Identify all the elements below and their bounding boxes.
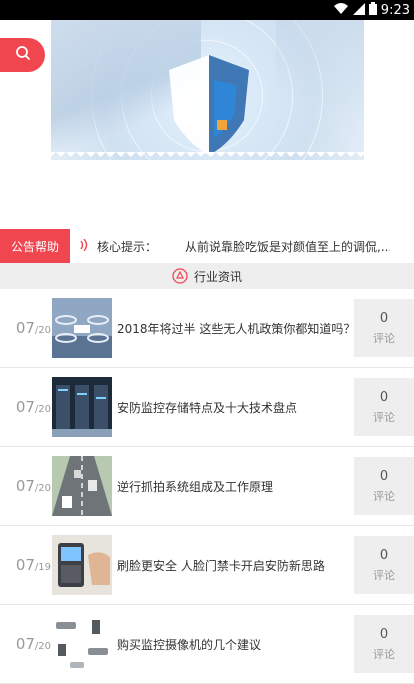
search-button[interactable] — [0, 38, 45, 72]
banner-zigzag-edge — [51, 152, 364, 160]
comment-box[interactable]: 0 评论 — [354, 457, 414, 515]
article-list: 07/20 2018年将过半 这些无人机政策你都知道吗？ 0 评论 07/20 — [0, 289, 414, 684]
article-date: 07/20 — [15, 635, 51, 653]
comment-count: 0 — [379, 310, 389, 326]
news-icon — [172, 268, 188, 284]
banner-image[interactable] — [51, 20, 364, 160]
comment-label: 评论 — [373, 489, 395, 503]
list-item[interactable]: 07/20 逆行抓拍系统组成及工作原理 0 评论 — [0, 447, 414, 526]
comment-box[interactable]: 0 评论 — [354, 378, 414, 436]
notice-text[interactable]: 从前说靠脸吃饭是对颜值至上的调侃,... — [185, 238, 390, 255]
status-time: 9:23 — [380, 3, 410, 18]
article-title[interactable]: 购买监控摄像机的几个建议 — [117, 636, 350, 653]
comment-count: 0 — [379, 626, 389, 642]
section-title: 行业资讯 — [193, 269, 242, 284]
comment-label: 评论 — [373, 647, 395, 661]
comment-label: 评论 — [373, 410, 395, 424]
article-date: 07/20 — [15, 477, 51, 495]
comment-box[interactable]: 0 评论 — [354, 536, 414, 594]
comment-count: 0 — [379, 547, 389, 563]
article-title[interactable]: 刷脸更安全 人脸门禁卡开启安防新思路 — [117, 557, 350, 574]
article-date: 07/19 — [15, 556, 51, 574]
face-access-image — [52, 535, 112, 595]
comment-box[interactable]: 0 评论 — [354, 615, 414, 673]
search-icon — [15, 45, 31, 65]
comment-box[interactable]: 0 评论 — [354, 299, 414, 357]
section-header: 行业资讯 — [0, 263, 414, 289]
article-title[interactable]: 2018年将过半 这些无人机政策你都知道吗？ — [117, 320, 350, 337]
article-title[interactable]: 安防监控存储特点及十大技术盘点 — [117, 399, 350, 416]
notice-bar[interactable]: 公告帮助 核心提示： 从前说靠脸吃饭是对颜值至上的调侃,... — [0, 229, 414, 263]
wifi-icon — [333, 2, 349, 19]
notice-label: 核心提示： — [97, 239, 158, 254]
comment-count: 0 — [379, 468, 389, 484]
status-bar: 9:23 — [0, 0, 414, 20]
article-date: 07/20 — [15, 398, 51, 416]
server-room-image — [52, 377, 112, 437]
battery-icon — [368, 2, 377, 19]
list-item[interactable]: 07/20 安防监控存储特点及十大技术盘点 0 评论 — [0, 368, 414, 447]
road-traffic-image — [52, 456, 112, 516]
notice-tag[interactable]: 公告帮助 — [0, 229, 70, 263]
sound-wave-icon — [79, 238, 91, 254]
drone-image — [52, 298, 112, 358]
list-item[interactable]: 07/20 购买监控摄像机的几个建议 0 评论 — [0, 605, 414, 684]
list-item[interactable]: 07/20 2018年将过半 这些无人机政策你都知道吗？ 0 评论 — [0, 289, 414, 368]
comment-label: 评论 — [373, 331, 395, 345]
comment-label: 评论 — [373, 568, 395, 582]
article-title[interactable]: 逆行抓拍系统组成及工作原理 — [117, 478, 350, 495]
comment-count: 0 — [379, 389, 389, 405]
article-date: 07/20 — [15, 319, 51, 337]
signal-icon — [352, 2, 365, 19]
cctv-cameras-image — [52, 614, 112, 674]
shield-icon — [169, 55, 249, 155]
list-item[interactable]: 07/19 刷脸更安全 人脸门禁卡开启安防新思路 0 评论 — [0, 526, 414, 605]
